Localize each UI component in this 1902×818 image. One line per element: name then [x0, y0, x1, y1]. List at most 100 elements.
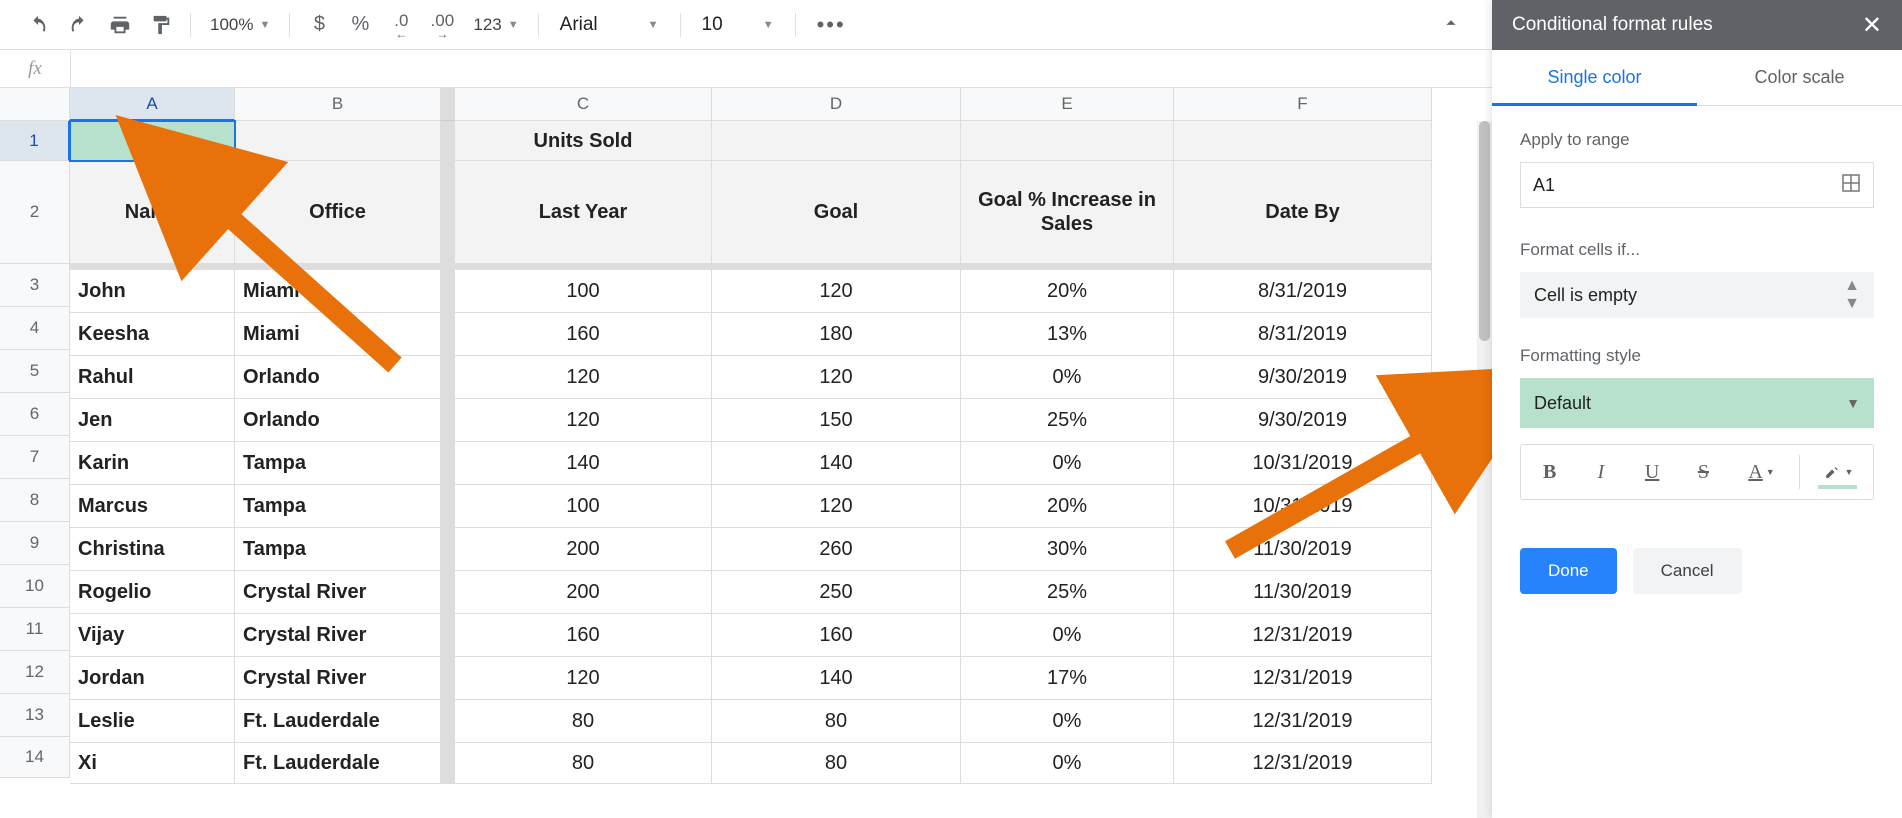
row-header[interactable]: 12: [0, 651, 70, 694]
print-button[interactable]: [102, 7, 138, 43]
cell[interactable]: Jordan: [70, 657, 235, 700]
cell[interactable]: Crystal River: [235, 657, 441, 700]
close-icon[interactable]: ✕: [1862, 11, 1882, 40]
row-header[interactable]: 10: [0, 565, 70, 608]
cell[interactable]: 20%: [961, 270, 1174, 313]
cell[interactable]: Christina: [70, 528, 235, 571]
cell[interactable]: 8/31/2019: [1174, 313, 1432, 356]
cancel-button[interactable]: Cancel: [1633, 548, 1742, 594]
cell[interactable]: [235, 121, 441, 161]
cell[interactable]: 9/30/2019: [1174, 356, 1432, 399]
cell[interactable]: Karin: [70, 442, 235, 485]
column-header[interactable]: D: [712, 88, 961, 121]
frozen-column-divider[interactable]: [441, 88, 455, 121]
cell[interactable]: Goal % Increase in Sales: [961, 161, 1174, 264]
currency-button[interactable]: $: [301, 7, 337, 43]
cell[interactable]: 120: [455, 657, 712, 700]
cell[interactable]: 120: [455, 356, 712, 399]
undo-button[interactable]: [20, 7, 56, 43]
cell[interactable]: Goal: [712, 161, 961, 264]
cell[interactable]: Ft. Lauderdale: [235, 700, 441, 743]
cell[interactable]: 0%: [961, 356, 1174, 399]
tab-color-scale[interactable]: Color scale: [1697, 50, 1902, 105]
cell[interactable]: Last Year: [455, 161, 712, 264]
cell[interactable]: Office: [235, 161, 441, 264]
cell[interactable]: 12/31/2019: [1174, 743, 1432, 784]
row-header[interactable]: 7: [0, 436, 70, 479]
column-header[interactable]: E: [961, 88, 1174, 121]
strikethrough-button[interactable]: S: [1681, 451, 1726, 493]
cell[interactable]: Orlando: [235, 356, 441, 399]
underline-button[interactable]: U: [1630, 451, 1675, 493]
cell[interactable]: 12/31/2019: [1174, 700, 1432, 743]
cell[interactable]: [961, 121, 1174, 161]
column-header[interactable]: C: [455, 88, 712, 121]
cell[interactable]: 100: [455, 485, 712, 528]
done-button[interactable]: Done: [1520, 548, 1617, 594]
cell[interactable]: 140: [455, 442, 712, 485]
cell[interactable]: 0%: [961, 442, 1174, 485]
cell[interactable]: Orlando: [235, 399, 441, 442]
font-size-dropdown[interactable]: 10▼: [692, 14, 784, 36]
cell[interactable]: 9/30/2019: [1174, 399, 1432, 442]
increase-decimals-button[interactable]: .00→: [424, 7, 460, 43]
row-header[interactable]: 1: [0, 121, 70, 161]
cell[interactable]: 17%: [961, 657, 1174, 700]
text-color-button[interactable]: A▼: [1732, 451, 1791, 493]
cell[interactable]: Miami: [235, 313, 441, 356]
font-dropdown[interactable]: Arial▼: [550, 14, 669, 36]
cell[interactable]: Miami: [235, 270, 441, 313]
cell[interactable]: 140: [712, 657, 961, 700]
cell[interactable]: John: [70, 270, 235, 313]
cell[interactable]: Ft. Lauderdale: [235, 743, 441, 784]
grid-icon[interactable]: [1841, 173, 1861, 198]
cell[interactable]: 0%: [961, 700, 1174, 743]
row-header[interactable]: 6: [0, 393, 70, 436]
cell[interactable]: Leslie: [70, 700, 235, 743]
cell[interactable]: 260: [712, 528, 961, 571]
tab-single-color[interactable]: Single color: [1492, 50, 1697, 105]
condition-dropdown[interactable]: Cell is empty ▲▼: [1520, 272, 1874, 318]
column-header[interactable]: F: [1174, 88, 1432, 121]
scroll-thumb[interactable]: [1479, 121, 1490, 341]
row-header[interactable]: 8: [0, 479, 70, 522]
cell[interactable]: 180: [712, 313, 961, 356]
row-header[interactable]: 2: [0, 161, 70, 264]
cell[interactable]: 160: [712, 614, 961, 657]
cell[interactable]: 10/31/2019: [1174, 485, 1432, 528]
cell[interactable]: 200: [455, 571, 712, 614]
fill-color-button[interactable]: ▼: [1808, 451, 1867, 493]
cell[interactable]: 120: [712, 485, 961, 528]
column-header[interactable]: A: [70, 88, 235, 121]
cell[interactable]: 200: [455, 528, 712, 571]
cell[interactable]: 0%: [961, 614, 1174, 657]
cell[interactable]: Tampa: [235, 442, 441, 485]
number-format-dropdown[interactable]: 123▼: [465, 15, 526, 35]
cell[interactable]: 8/31/2019: [1174, 270, 1432, 313]
cell[interactable]: 80: [455, 743, 712, 784]
cell[interactable]: Vijay: [70, 614, 235, 657]
cell[interactable]: Rahul: [70, 356, 235, 399]
collapse-toolbar-button[interactable]: [1440, 12, 1462, 37]
redo-button[interactable]: [61, 7, 97, 43]
cell[interactable]: 100: [455, 270, 712, 313]
cell[interactable]: 30%: [961, 528, 1174, 571]
cell[interactable]: 120: [712, 270, 961, 313]
cell[interactable]: 25%: [961, 399, 1174, 442]
cell[interactable]: 80: [455, 700, 712, 743]
cell[interactable]: 11/30/2019: [1174, 571, 1432, 614]
cell[interactable]: Keesha: [70, 313, 235, 356]
cell[interactable]: [70, 121, 235, 161]
row-header[interactable]: 5: [0, 350, 70, 393]
row-header[interactable]: 9: [0, 522, 70, 565]
cell[interactable]: 12/31/2019: [1174, 614, 1432, 657]
cell[interactable]: Marcus: [70, 485, 235, 528]
cell[interactable]: Jen: [70, 399, 235, 442]
cell[interactable]: 12/31/2019: [1174, 657, 1432, 700]
zoom-dropdown[interactable]: 100%▼: [202, 15, 278, 35]
cell[interactable]: Tampa: [235, 485, 441, 528]
cell[interactable]: 11/30/2019: [1174, 528, 1432, 571]
cell[interactable]: Xi: [70, 743, 235, 784]
bold-button[interactable]: B: [1527, 451, 1572, 493]
cell[interactable]: Date By: [1174, 161, 1432, 264]
